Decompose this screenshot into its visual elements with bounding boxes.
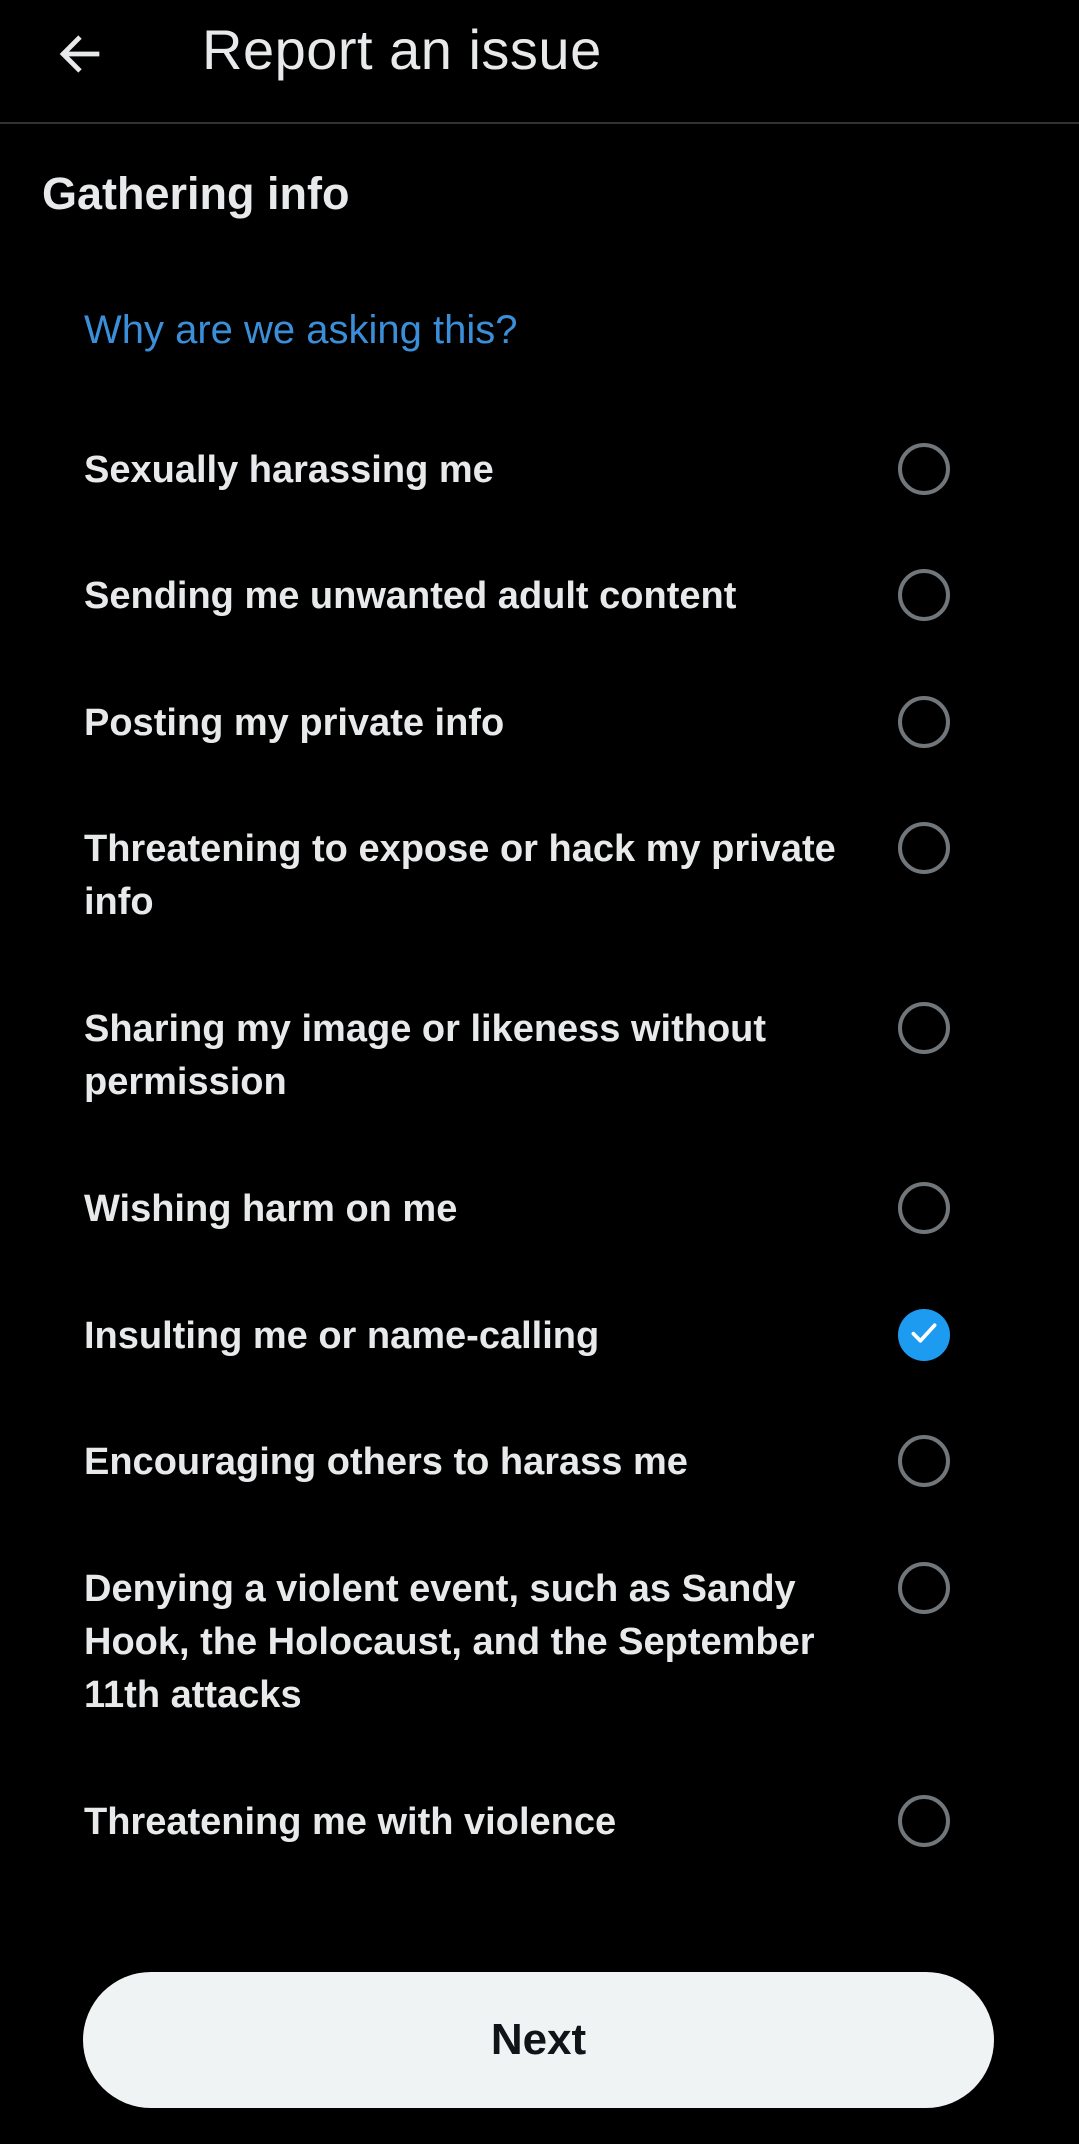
option-label: Denying a violent event, such as Sandy H… bbox=[84, 1568, 815, 1716]
back-button[interactable] bbox=[40, 16, 120, 96]
radio-button[interactable] bbox=[898, 1562, 950, 1614]
option-label: Sharing my image or likeness without per… bbox=[84, 1008, 767, 1103]
top-app-bar: Report an issue bbox=[0, 0, 1079, 124]
radio-button[interactable] bbox=[898, 1182, 950, 1234]
radio-button-checked[interactable] bbox=[898, 1309, 950, 1361]
option-label: Threatening me with violence bbox=[84, 1801, 617, 1843]
option-label: Sending me unwanted adult content bbox=[84, 575, 737, 617]
radio-button[interactable] bbox=[898, 822, 950, 874]
option-label: Encouraging others to harass me bbox=[84, 1441, 688, 1483]
radio-button[interactable] bbox=[898, 569, 950, 621]
option-label: Wishing harm on me bbox=[84, 1188, 458, 1230]
radio-button[interactable] bbox=[898, 1435, 950, 1487]
radio-button[interactable] bbox=[898, 696, 950, 748]
page-title: Report an issue bbox=[202, 18, 602, 81]
why-asking-link[interactable]: Why are we asking this? bbox=[84, 302, 518, 358]
radio-button[interactable] bbox=[898, 443, 950, 495]
option-label: Sexually harassing me bbox=[84, 449, 494, 491]
arrow-left-icon bbox=[51, 25, 109, 88]
checkmark-icon bbox=[907, 1316, 941, 1355]
option-label: Insulting me or name-calling bbox=[84, 1315, 600, 1357]
radio-button[interactable] bbox=[898, 1002, 950, 1054]
section-title: Gathering info bbox=[42, 168, 350, 219]
next-button[interactable]: Next bbox=[83, 1972, 994, 2108]
option-label: Threatening to expose or hack my private… bbox=[84, 828, 836, 923]
option-label: Posting my private info bbox=[84, 702, 505, 744]
radio-button[interactable] bbox=[898, 1795, 950, 1847]
